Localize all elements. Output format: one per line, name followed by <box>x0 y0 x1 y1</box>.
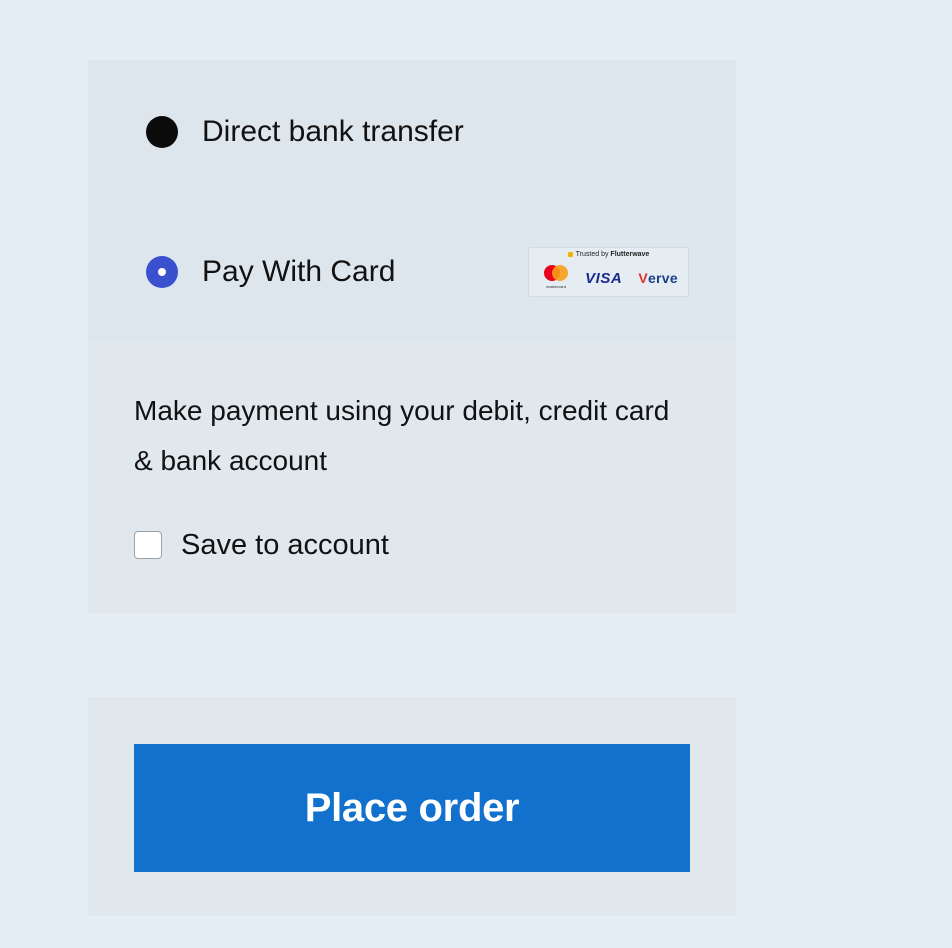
save-to-account-row[interactable]: Save to account <box>134 528 389 562</box>
visa-logo-icon: VISA <box>585 269 623 287</box>
save-to-account-checkbox[interactable] <box>134 531 162 559</box>
card-logos: mastercard VISA Verve <box>543 264 678 292</box>
lock-icon <box>567 251 573 257</box>
direct-bank-transfer-radio[interactable] <box>146 116 178 148</box>
save-to-account-label[interactable]: Save to account <box>181 528 389 562</box>
trusted-by-text: Trusted by Flutterwave <box>529 250 688 259</box>
place-order-panel: Place order <box>88 697 736 916</box>
card-payment-details-panel: Make payment using your debit, credit ca… <box>88 342 736 614</box>
place-order-button[interactable]: Place order <box>134 744 690 872</box>
mastercard-logo-icon: mastercard <box>543 264 569 292</box>
flutterwave-trust-badge: Trusted by Flutterwave mastercard VISA V… <box>528 247 689 297</box>
card-payment-description: Make payment using your debit, credit ca… <box>134 395 670 476</box>
verve-logo-icon: Verve <box>638 270 678 286</box>
pay-with-card-radio[interactable] <box>146 256 178 288</box>
verve-v: V <box>638 270 648 286</box>
mastercard-text: mastercard <box>545 284 566 289</box>
direct-bank-transfer-label[interactable]: Direct bank transfer <box>202 114 464 150</box>
payment-methods-panel: Direct bank transfer Pay With Card Trust… <box>88 60 736 342</box>
flutterwave-brand: Flutterwave <box>610 251 650 258</box>
verve-rest: erve <box>647 270 678 286</box>
trusted-prefix: Trusted by <box>575 251 609 258</box>
payment-method-direct-bank-transfer[interactable]: Direct bank transfer <box>146 114 464 150</box>
pay-with-card-label[interactable]: Pay With Card <box>202 254 395 290</box>
